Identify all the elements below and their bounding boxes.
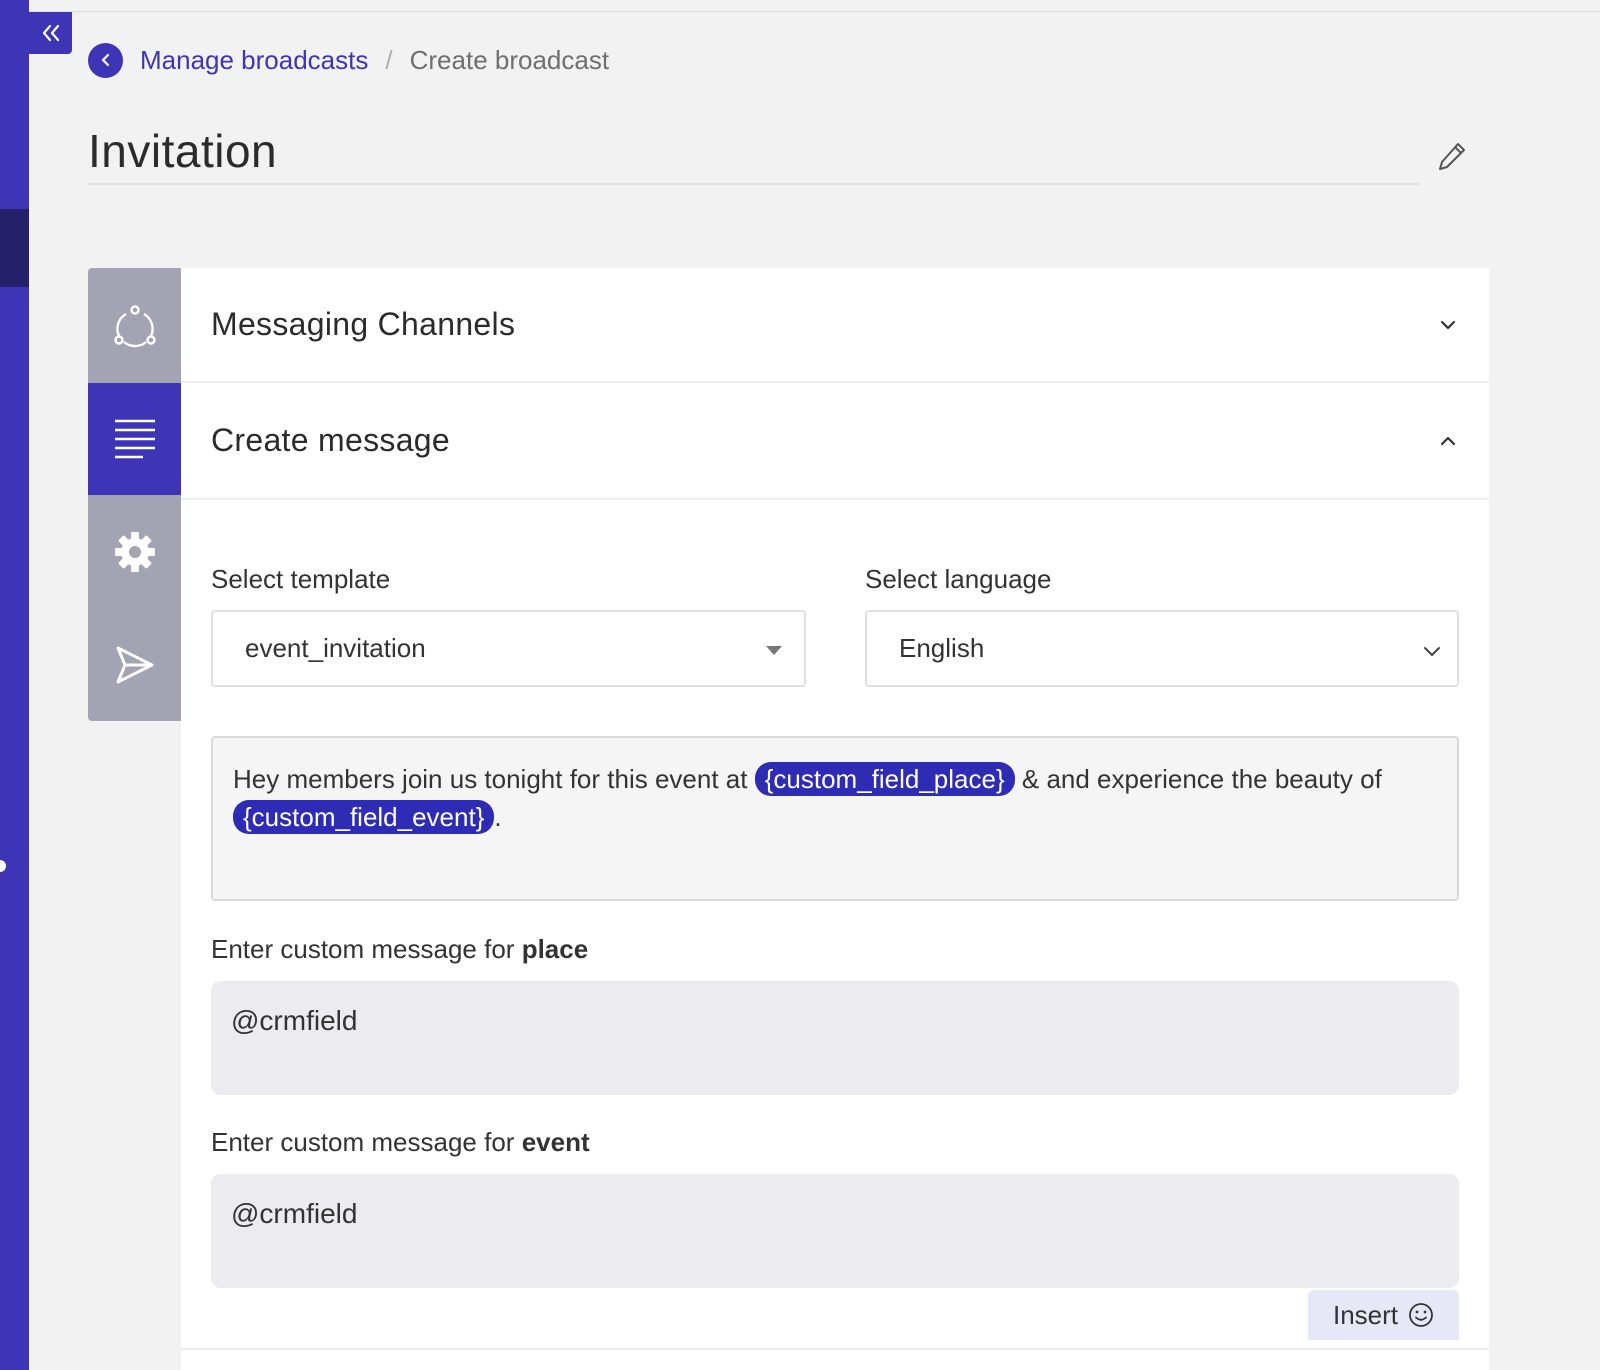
step-messaging-channels[interactable] (88, 268, 181, 383)
preview-text: . (494, 802, 502, 832)
next-section-header[interactable] (181, 1350, 1489, 1370)
variable-chip-event: {custom_field_event} (233, 800, 495, 834)
preview-text: & and experience the beauty of (1014, 764, 1382, 794)
custom-place-input[interactable]: @crmfield (211, 981, 1459, 1095)
template-select[interactable]: event_invitation (211, 610, 806, 687)
insert-button[interactable]: Insert (1308, 1290, 1459, 1340)
back-button[interactable] (88, 42, 123, 78)
section-title: Messaging Channels (211, 306, 516, 342)
preview-text: Hey members join us tonight for this eve… (233, 764, 755, 794)
breadcrumb: Manage broadcasts / Create broadcast (88, 42, 609, 78)
section-header-messaging-channels[interactable]: Messaging Channels (181, 268, 1489, 383)
section-header-create-message[interactable]: Create message (181, 383, 1489, 500)
breadcrumb-link-manage-broadcasts[interactable]: Manage broadcasts (140, 45, 368, 76)
label-field-name: event (521, 1127, 590, 1157)
text-lines-icon (114, 419, 155, 459)
step-create-message[interactable] (88, 383, 181, 495)
language-label: Select language (865, 564, 1052, 594)
step-settings[interactable] (88, 495, 181, 608)
label-prefix: Enter custom message for (211, 1127, 522, 1157)
smiley-icon (1409, 1303, 1433, 1327)
broadcast-name-title[interactable]: Invitation (88, 124, 277, 178)
top-divider (0, 11, 1600, 12)
channels-network-icon (113, 304, 156, 347)
template-selected-value: event_invitation (245, 633, 426, 663)
chevron-down-icon (1440, 320, 1456, 329)
broadcast-wizard-panel: Messaging Channels Create message Select… (181, 268, 1489, 1348)
gear-icon (114, 531, 155, 572)
template-preview: Hey members join us tonight for this eve… (211, 736, 1459, 901)
custom-place-label: Enter custom message for place (211, 934, 588, 965)
step-rail (88, 268, 181, 721)
step-send[interactable] (88, 608, 181, 721)
variable-chip-place: {custom_field_place} (754, 762, 1015, 796)
chevron-up-icon (1440, 436, 1456, 445)
section-title: Create message (211, 422, 450, 458)
send-icon (116, 646, 153, 683)
custom-event-input[interactable]: @crmfield (211, 1174, 1459, 1288)
label-prefix: Enter custom message for (211, 934, 522, 964)
sidebar-active-item[interactable] (0, 209, 29, 287)
sidebar-collapse-button[interactable] (29, 12, 72, 54)
edit-title-button[interactable] (1436, 140, 1468, 174)
double-chevron-left-icon (42, 24, 59, 42)
language-selected-value: English (899, 633, 985, 663)
template-label: Select template (211, 564, 391, 594)
chevron-down-icon (1424, 647, 1440, 656)
title-underline (88, 183, 1420, 185)
chevron-left-icon (101, 53, 109, 67)
custom-event-label: Enter custom message for event (211, 1127, 590, 1158)
caret-down-icon (766, 646, 782, 655)
app-sidebar (0, 0, 29, 1370)
breadcrumb-current: Create broadcast (409, 44, 610, 75)
insert-label: Insert (1332, 1299, 1399, 1330)
label-field-name: place (521, 934, 589, 964)
breadcrumb-separator: / (385, 44, 393, 75)
pencil-icon (1439, 143, 1465, 170)
language-select[interactable]: English (865, 610, 1459, 687)
